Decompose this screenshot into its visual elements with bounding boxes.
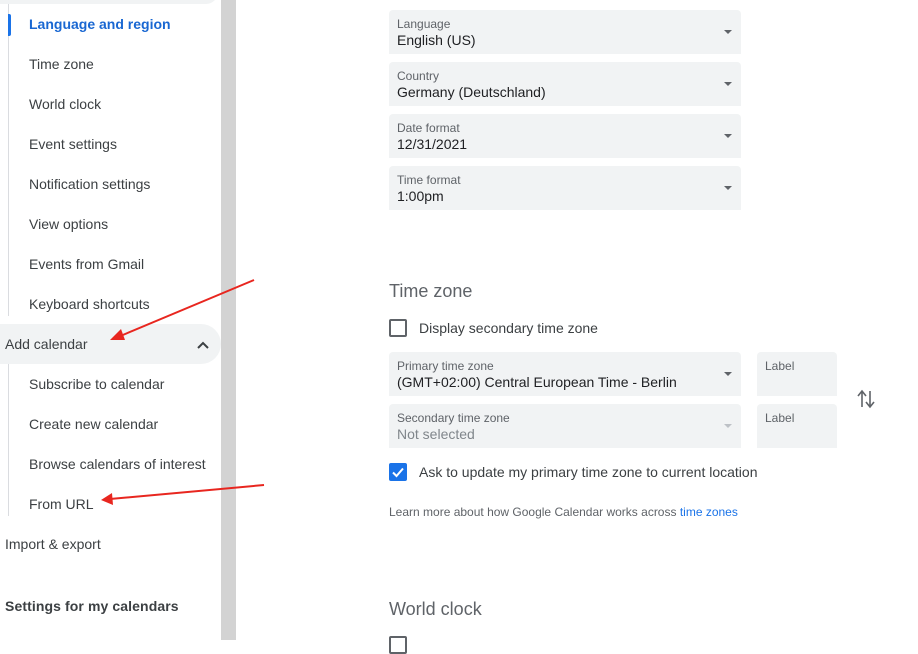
country-select[interactable]: Country Germany (Deutschland) [389,62,741,106]
sidebar-item-from-url[interactable]: From URL [0,484,221,524]
world-clock-checkbox[interactable] [389,636,407,654]
time-format-label: Time format [397,173,461,187]
primary-time-zone-label-field[interactable]: Label [757,352,837,396]
dropdown-caret-icon [724,82,732,86]
dropdown-caret-icon [724,372,732,376]
language-value: English (US) [397,32,476,48]
secondary-time-zone-checkbox[interactable] [389,319,407,337]
label-field-placeholder: Label [765,411,795,425]
sidebar-item-event-settings[interactable]: Event settings [0,124,221,164]
language-select[interactable]: Language English (US) [389,10,741,54]
settings-for-my-calendars-heading: Settings for my calendars [5,598,179,614]
secondary-time-zone-select[interactable]: Secondary time zone Not selected [389,404,741,448]
label-field-placeholder: Label [765,359,795,373]
dropdown-caret-icon [724,134,732,138]
check-icon [392,467,404,478]
sidebar-item-view-options[interactable]: View options [0,204,221,244]
sidebar-scrollbar[interactable] [221,0,236,640]
time-format-value: 1:00pm [397,188,444,204]
country-value: Germany (Deutschland) [397,84,546,100]
secondary-time-zone-checkbox-label[interactable]: Display secondary time zone [419,320,598,336]
date-format-label: Date format [397,121,460,135]
dropdown-caret-icon [724,30,732,34]
sidebar-item-browse-calendars[interactable]: Browse calendars of interest [0,444,221,484]
sidebar-item-label: Add calendar [5,336,88,352]
chevron-up-icon[interactable] [197,324,209,364]
secondary-time-zone-label-field[interactable]: Label [757,404,837,448]
sidebar-item-notification-settings[interactable]: Notification settings [0,164,221,204]
primary-time-zone-label: Primary time zone [397,359,494,373]
learn-more-text: Learn more about how Google Calendar wor… [389,505,738,519]
swap-vertical-icon[interactable] [856,388,876,415]
sidebar-item-time-zone[interactable]: Time zone [0,44,221,84]
date-format-value: 12/31/2021 [397,136,468,152]
time-format-select[interactable]: Time format 1:00pm [389,166,741,210]
sidebar-item-events-from-gmail[interactable]: Events from Gmail [0,244,221,284]
sidebar-item-create-new-calendar[interactable]: Create new calendar [0,404,221,444]
dropdown-caret-icon [724,186,732,190]
date-format-select[interactable]: Date format 12/31/2021 [389,114,741,158]
ask-update-time-zone-checkbox[interactable] [389,463,407,481]
language-label: Language [397,17,451,31]
settings-sidebar: Language and region Time zone World cloc… [0,0,221,640]
time-zones-link[interactable]: time zones [680,505,738,519]
secondary-time-zone-value: Not selected [397,426,475,442]
sidebar-item-world-clock[interactable]: World clock [0,84,221,124]
sidebar-item-label: Language and region [29,16,171,32]
dropdown-caret-icon [724,424,732,428]
sidebar-item-import-export[interactable]: Import & export [0,524,221,564]
primary-time-zone-select[interactable]: Primary time zone (GMT+02:00) Central Eu… [389,352,741,396]
ask-update-time-zone-label[interactable]: Ask to update my primary time zone to cu… [419,464,757,480]
sidebar-item-language-and-region[interactable]: Language and region [0,4,221,44]
learn-more-prefix: Learn more about how Google Calendar wor… [389,505,677,519]
sidebar-item-add-calendar[interactable]: Add calendar [0,324,221,364]
sidebar-item-keyboard-shortcuts[interactable]: Keyboard shortcuts [0,284,221,324]
primary-time-zone-value: (GMT+02:00) Central European Time - Berl… [397,374,677,390]
sidebar-item-subscribe-to-calendar[interactable]: Subscribe to calendar [0,364,221,404]
world-clock-section-title: World clock [389,599,482,619]
country-label: Country [397,69,440,83]
time-zone-section-title: Time zone [389,281,473,301]
secondary-time-zone-label: Secondary time zone [397,411,510,425]
